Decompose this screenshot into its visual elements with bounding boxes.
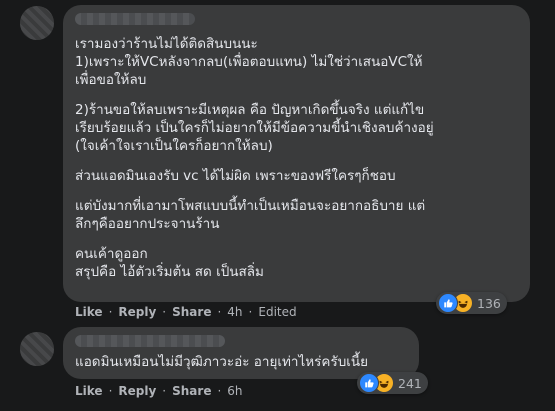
comment-paragraph-3: ส่วนแอดมินเองรับ vc ได้ไม่ผิด เพราะของฟร… <box>75 168 396 184</box>
share-button[interactable]: Share <box>172 384 211 398</box>
comment-bubble-1: เรามองว่าร้านไม่ได้ติดสินบนนะ 1)เพราะให้… <box>63 5 530 302</box>
comment-paragraph-1: เรามองว่าร้านไม่ได้ติดสินบนนะ 1)เพราะให้… <box>75 36 423 88</box>
separator: · <box>217 384 222 398</box>
reply-button[interactable]: Reply <box>118 384 156 398</box>
author-name-redacted[interactable] <box>75 13 195 25</box>
avatar[interactable] <box>20 332 54 366</box>
reaction-summary[interactable]: 241 <box>357 372 428 394</box>
avatar-blur <box>20 6 54 40</box>
like-button[interactable]: Like <box>75 384 103 398</box>
comment-actions-2: Like · Reply · Share · 6h <box>75 384 243 398</box>
timestamp[interactable]: 4h <box>227 305 242 319</box>
timestamp[interactable]: 6h <box>227 384 242 398</box>
comment-actions-1: Like · Reply · Share · 4h · Edited <box>75 305 297 319</box>
edited-label[interactable]: Edited <box>258 305 296 319</box>
avatar[interactable] <box>20 6 54 40</box>
separator: · <box>217 305 222 319</box>
reaction-summary[interactable]: 136 <box>436 292 507 314</box>
reaction-count: 241 <box>398 375 422 391</box>
reaction-count: 136 <box>477 295 501 311</box>
separator: · <box>108 305 113 319</box>
separator: · <box>108 384 113 398</box>
separator: · <box>248 305 253 319</box>
avatar-blur <box>20 332 54 366</box>
comment-paragraph-2: 2)ร้านขอให้ลบเพราะมีเหตุผล คือ ปัญหาเกิด… <box>75 102 434 154</box>
share-button[interactable]: Share <box>172 305 211 319</box>
separator: · <box>162 305 167 319</box>
comment-paragraph-5: คนเค้าดูออก สรุปคือ ไอ้ตัวเริ่มต้น สด เป… <box>75 246 264 280</box>
comment-paragraph-1: แอดมินเหมือนไม่มีวุฒิภาวะอ่ะ อายุเท่าไหร… <box>75 354 369 370</box>
separator: · <box>162 384 167 398</box>
like-button[interactable]: Like <box>75 305 103 319</box>
like-icon <box>438 293 458 313</box>
like-icon <box>359 373 379 393</box>
reply-button[interactable]: Reply <box>118 305 156 319</box>
comment-paragraph-4: แต่บังมากที่เอามาโพสแบบนี้ทำเป็นเหมือนจะ… <box>75 198 426 232</box>
author-name-redacted[interactable] <box>75 335 225 347</box>
